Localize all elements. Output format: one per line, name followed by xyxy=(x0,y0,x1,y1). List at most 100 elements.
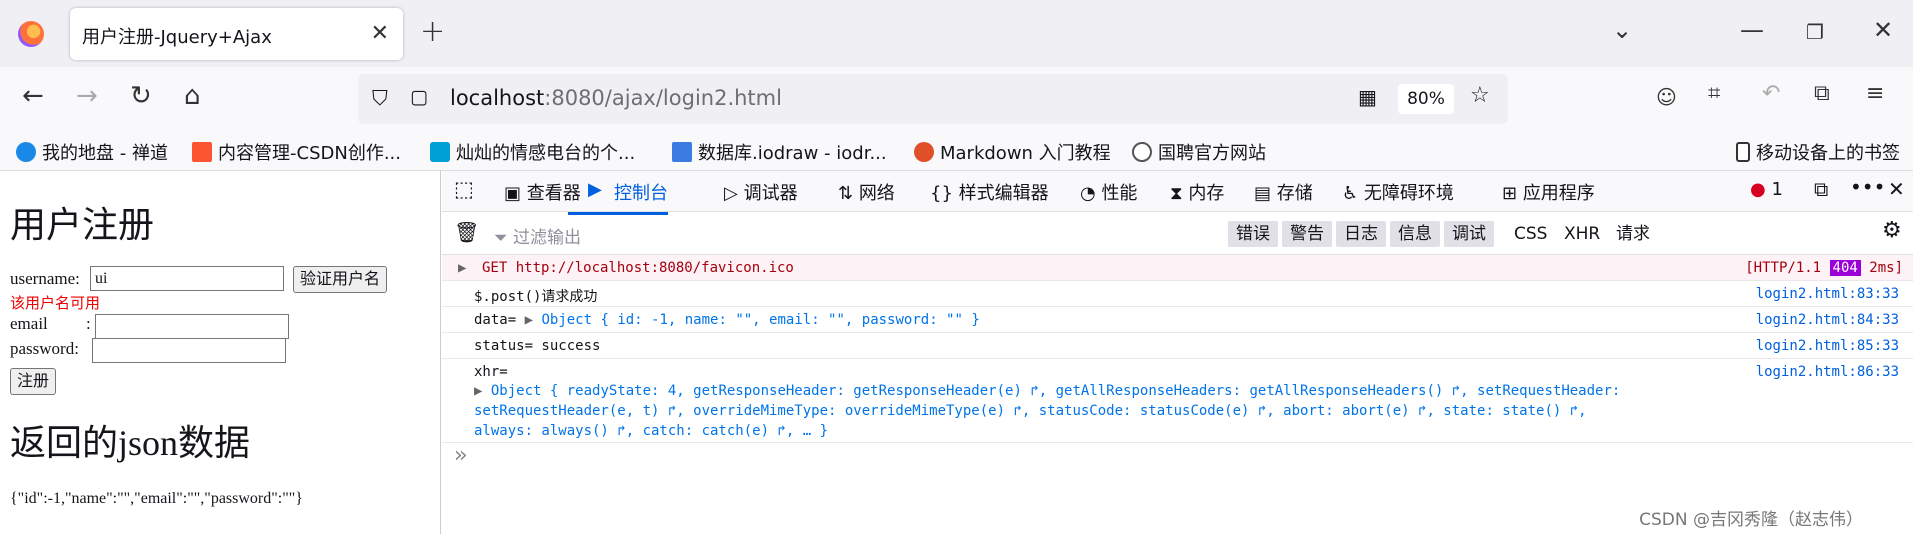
username-input[interactable]: ui xyxy=(90,266,284,291)
back-icon[interactable]: ← xyxy=(22,81,44,111)
username-label: username: xyxy=(10,269,80,288)
tab-bar: 用户注册-Jquery+Ajax ✕ + ⌄ — ❐ ✕ xyxy=(0,0,1913,67)
trash-icon[interactable]: 🗑 xyxy=(454,220,479,244)
bilibili-icon xyxy=(430,142,450,162)
network-icon: ⇅ xyxy=(838,183,859,204)
console-row: xhr= login2.html:86:33 ▶ Object { readyS… xyxy=(442,359,1913,443)
browser-tab[interactable]: 用户注册-Jquery+Ajax ✕ xyxy=(70,8,403,60)
bookmark-item[interactable]: Markdown 入门教程 xyxy=(914,139,1111,165)
bookmark-item[interactable]: 我的地盘 - 禅道 xyxy=(16,139,168,165)
console-row: data= ▶ Object { id: -1, name: "", email… xyxy=(442,307,1913,333)
console-prompt[interactable]: » xyxy=(454,443,467,468)
bookmark-item[interactable]: 内容管理-CSDN创作... xyxy=(192,139,401,165)
log-message: $.post()请求成功 xyxy=(474,289,598,305)
url-text[interactable]: localhost:8080/ajax/login2.html xyxy=(450,86,782,110)
tab-inspector[interactable]: ▣ 查看器 xyxy=(504,179,581,205)
minimize-icon[interactable]: — xyxy=(1740,16,1764,44)
source-link[interactable]: login2.html:84:33 xyxy=(1756,312,1899,328)
expand-icon[interactable]: ▶ xyxy=(458,260,466,276)
home-icon[interactable]: ⌂ xyxy=(184,81,201,111)
url-bar[interactable]: ⛉ ▢ localhost:8080/ajax/login2.html ▦ 80… xyxy=(358,74,1508,124)
bookmark-item[interactable]: 国聘官方网站 xyxy=(1132,139,1266,165)
gear-icon[interactable]: ⚙ xyxy=(1882,218,1902,243)
watermark: CSDN @吉冈秀隆（赵志伟） xyxy=(1639,510,1863,530)
verify-username-button[interactable]: 验证用户名 xyxy=(293,266,388,293)
reload-icon[interactable]: ↻ xyxy=(130,81,152,111)
filter-errors[interactable]: 错误 xyxy=(1228,221,1278,247)
source-link[interactable]: login2.html:83:33 xyxy=(1756,286,1899,302)
mobile-bookmarks[interactable]: 移动设备上的书签 xyxy=(1736,139,1900,165)
json-title: 返回的json数据 xyxy=(10,423,251,463)
register-button[interactable]: 注册 xyxy=(10,368,57,395)
grid-icon: ⊞ xyxy=(1502,183,1523,204)
undo-icon[interactable]: ↶ xyxy=(1762,81,1780,106)
tab-console[interactable]: ▶ 控制台 xyxy=(568,179,668,215)
tab-application[interactable]: ⊞ 应用程序 xyxy=(1502,179,1595,205)
shield-icon[interactable]: ⛉ xyxy=(372,86,388,111)
restore-icon[interactable]: ❐ xyxy=(1806,20,1824,44)
email-colon: : xyxy=(86,314,91,333)
bookmark-star-icon[interactable]: ☆ xyxy=(1470,83,1490,108)
log-message: data= ▶ Object { id: -1, name: "", email… xyxy=(474,312,980,328)
console-row: status= success login2.html:85:33 xyxy=(442,333,1913,359)
window-close-icon[interactable]: ✕ xyxy=(1873,16,1893,44)
debugger-icon: ▷ xyxy=(724,183,744,204)
error-icon: ● xyxy=(1750,179,1766,200)
tab-storage[interactable]: ▤ 存储 xyxy=(1254,179,1313,205)
filter-logs[interactable]: 日志 xyxy=(1336,221,1386,247)
funnel-icon: ⏷ xyxy=(494,228,514,248)
memory-icon: ⧗ xyxy=(1170,183,1189,204)
filter-input[interactable]: ⏷ 过滤输出 xyxy=(494,223,581,248)
avatar-icon[interactable]: ☺ xyxy=(1656,85,1677,109)
error-count-badge[interactable]: ● 1 xyxy=(1750,179,1783,200)
flame-icon xyxy=(914,142,934,162)
tab-style-editor[interactable]: {} 样式编辑器 xyxy=(930,179,1049,205)
braces-icon: {} xyxy=(930,183,959,204)
close-devtools-icon[interactable]: ✕ xyxy=(1888,177,1905,201)
tab-accessibility[interactable]: ♿ 无障碍环境 xyxy=(1342,179,1454,205)
tab-performance[interactable]: ◔ 性能 xyxy=(1080,179,1137,205)
accessibility-icon: ♿ xyxy=(1342,183,1364,204)
picker-icon[interactable]: ⬚ xyxy=(454,177,474,201)
more-icon[interactable]: ••• xyxy=(1850,175,1885,199)
email-input[interactable] xyxy=(95,314,289,339)
bookmarks-bar: 我的地盘 - 禅道 内容管理-CSDN创作... 灿灿的情感电台的个... 数据… xyxy=(0,131,1913,171)
network-error-message: GET http://localhost:8080/favicon.ico xyxy=(482,260,794,276)
filter-requests[interactable]: 请求 xyxy=(1616,221,1650,247)
filter-debug[interactable]: 调试 xyxy=(1444,221,1494,247)
devtools-tabs: ⬚ ▣ 查看器 ▶ 控制台 ▷ 调试器 ⇅ 网络 {} 样式编辑器 ◔ 性能 ⧗ … xyxy=(442,171,1913,215)
mobile-icon xyxy=(1736,142,1750,162)
chevron-down-icon[interactable]: ⌄ xyxy=(1612,16,1632,44)
bookmark-item[interactable]: 数据库.iodraw - iodr... xyxy=(672,139,887,165)
dock-icon[interactable]: ⧉ xyxy=(1814,177,1828,201)
page-info-icon[interactable]: ▢ xyxy=(410,86,428,108)
password-input[interactable] xyxy=(92,338,286,363)
tab-network[interactable]: ⇅ 网络 xyxy=(838,179,895,205)
bookmark-item[interactable]: 灿灿的情感电台的个... xyxy=(430,139,635,165)
object-preview-line[interactable]: ▶ Object { readyState: 4, getResponseHea… xyxy=(474,383,1620,399)
inspector-icon: ▣ xyxy=(504,183,527,204)
status-message: 该用户名可用 xyxy=(10,294,101,312)
extensions-icon[interactable]: ⧉ xyxy=(1814,81,1830,106)
password-label: password: xyxy=(10,339,79,358)
tab-title: 用户注册-Jquery+Ajax xyxy=(82,27,272,48)
qr-code-icon[interactable]: ▦ xyxy=(1358,85,1377,109)
filter-css[interactable]: CSS xyxy=(1514,221,1547,247)
http-status: [HTTP/1.1 404 2ms] xyxy=(1745,260,1903,276)
source-link[interactable]: login2.html:86:33 xyxy=(1756,364,1899,380)
tab-debugger[interactable]: ▷ 调试器 xyxy=(724,179,798,205)
forward-icon[interactable]: → xyxy=(76,81,98,111)
new-tab-icon[interactable]: + xyxy=(420,14,445,49)
crop-icon[interactable]: ⌗ xyxy=(1708,81,1720,106)
log-message: xhr= xyxy=(474,364,508,380)
menu-icon[interactable]: ≡ xyxy=(1866,81,1884,106)
tab-memory[interactable]: ⧗ 内存 xyxy=(1170,179,1224,205)
filter-xhr[interactable]: XHR xyxy=(1564,221,1600,247)
source-link[interactable]: login2.html:85:33 xyxy=(1756,338,1899,354)
close-icon[interactable]: ✕ xyxy=(371,21,389,46)
filter-warnings[interactable]: 警告 xyxy=(1282,221,1332,247)
object-preview-line: setRequestHeader(e, t) ↱, overrideMimeTy… xyxy=(474,403,1587,419)
zoom-level[interactable]: 80% xyxy=(1398,84,1454,114)
filter-info[interactable]: 信息 xyxy=(1390,221,1440,247)
console-row[interactable]: ▶ GET http://localhost:8080/favicon.ico … xyxy=(442,255,1913,281)
